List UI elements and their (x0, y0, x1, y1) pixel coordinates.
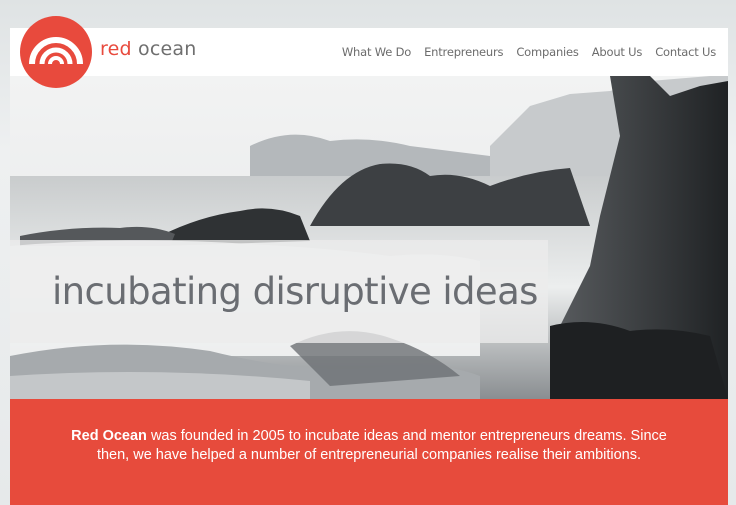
hero-tagline: incubating disruptive ideas (52, 270, 538, 313)
nav-what-we-do[interactable]: What We Do (342, 45, 411, 59)
website: What We Do Entrepreneurs Companies About… (10, 28, 728, 505)
main-nav: What We Do Entrepreneurs Companies About… (342, 45, 716, 59)
nav-contact-us[interactable]: Contact Us (655, 45, 716, 59)
intro-text-line1: was founded in 2005 to incubate ideas an… (150, 428, 667, 444)
intro-company-name: Red Ocean (71, 428, 147, 444)
nav-about-us[interactable]: About Us (592, 45, 643, 59)
brand-red: red (100, 38, 132, 60)
nav-companies[interactable]: Companies (516, 45, 579, 59)
brand-ocean: ocean (138, 38, 197, 60)
nav-entrepreneurs[interactable]: Entrepreneurs (424, 45, 503, 59)
logo-icon[interactable] (20, 16, 92, 88)
brand-name[interactable]: red ocean (100, 38, 196, 60)
hero-banner: incubating disruptive ideas (10, 76, 728, 399)
hero-image (10, 76, 728, 399)
intro-text-line2: then, we have helped a number of entrepr… (96, 447, 642, 463)
intro-band: Red Ocean was founded in 2005 to incubat… (10, 399, 728, 505)
intro-text: Red Ocean was founded in 2005 to incubat… (10, 427, 728, 465)
